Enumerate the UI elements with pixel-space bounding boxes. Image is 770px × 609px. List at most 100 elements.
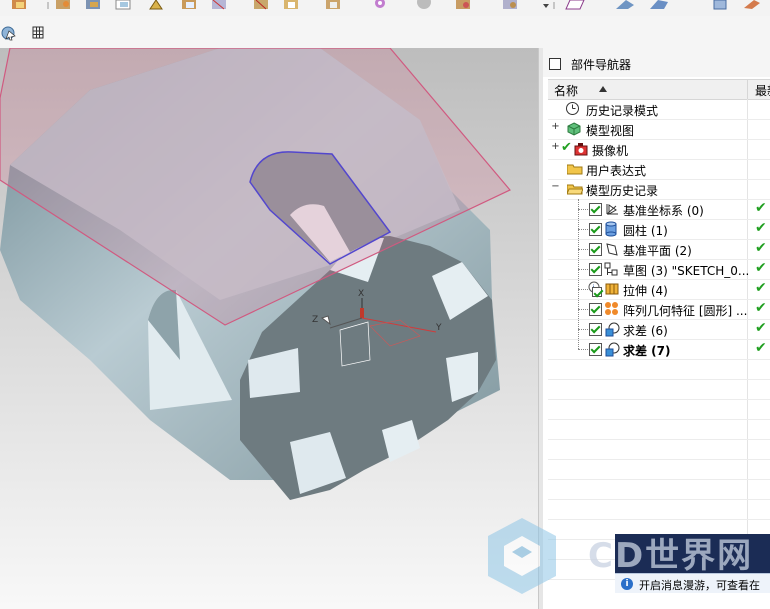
latest-check-icon: ✔: [755, 240, 767, 256]
datum-csys-icon: [606, 204, 618, 215]
column-latest-header[interactable]: 最新: [755, 82, 770, 99]
tree-row-label: 求差 (7): [623, 344, 671, 358]
sort-ascending-icon[interactable]: [599, 86, 607, 92]
visibility-checkbox[interactable]: [592, 287, 602, 297]
gear-icon[interactable]: [375, 0, 385, 8]
tree-row-sketch[interactable]: 草图 (3) "SKETCH_0... ✔: [548, 259, 770, 280]
view-icon[interactable]: [417, 0, 431, 9]
sketch-icon: [604, 262, 618, 276]
navigator-header: 部件导航器: [543, 48, 770, 77]
tree-row-label: 拉伸 (4): [623, 284, 668, 298]
column-separator[interactable]: [747, 80, 748, 99]
camera-icon: [574, 143, 588, 156]
tree-row-label: 摄像机: [592, 144, 629, 158]
extrude-icon: [605, 283, 619, 295]
tree-connector: [578, 209, 588, 210]
secondary-toolbar-icons: [1, 26, 44, 41]
tree-row-model-view[interactable]: + 模型视图: [548, 119, 770, 140]
move-icon[interactable]: [284, 0, 298, 9]
part-navigator: 部件导航器 名称 最新 历史记录模式 + 模型视图 + ✔ 摄像机 用户表达: [543, 48, 770, 609]
expand-icon[interactable]: +: [551, 121, 560, 132]
folder-open-icon: [567, 184, 583, 195]
display-icon[interactable]: [565, 0, 585, 10]
visibility-checkbox[interactable]: [589, 303, 602, 316]
shade-icon[interactable]: [115, 0, 131, 10]
tree-row-label: 草图 (3) "SKETCH_0...: [623, 264, 750, 278]
visibility-checkbox[interactable]: [589, 243, 602, 256]
model-render[interactable]: X Z Y: [0, 48, 538, 609]
navigator-toggle-checkbox[interactable]: [549, 58, 561, 70]
datum-plane-icon: [606, 243, 618, 256]
tree-row-datum-plane[interactable]: 基准平面 (2) ✔: [548, 239, 770, 260]
pin-icon[interactable]: [456, 0, 470, 9]
graphics-viewport[interactable]: X Z Y: [0, 48, 538, 609]
visibility-checkbox[interactable]: [589, 203, 602, 216]
collapse-icon[interactable]: −: [551, 181, 560, 192]
latest-check-icon: ✔: [755, 220, 767, 236]
sketch-plane-icon[interactable]: [616, 0, 634, 9]
delete-icon[interactable]: [212, 0, 226, 10]
checkmark-icon: ✔: [561, 140, 572, 155]
tree-row-extrude[interactable]: i 拉伸 (4) ✔: [548, 279, 770, 300]
window-icon[interactable]: [713, 0, 727, 10]
main-toolbar: [0, 0, 770, 16]
tree-row-label: 阵列几何特征 [圆形] ...: [623, 304, 748, 318]
tree-connector: [578, 309, 588, 310]
tree-row-pattern[interactable]: 阵列几何特征 [圆形] ... ✔: [548, 299, 770, 320]
tree-row-empty: [548, 379, 770, 400]
tree-connector: [578, 249, 588, 250]
watermark-logo: [488, 518, 556, 594]
assembly-icon[interactable]: [326, 0, 340, 9]
notification-footer: [615, 593, 770, 609]
feature-icon[interactable]: [12, 0, 26, 9]
tree-row-cylinder[interactable]: 圆柱 (1) ✔: [548, 219, 770, 240]
navigator-title: 部件导航器: [571, 58, 632, 72]
latest-check-icon: ✔: [755, 260, 767, 276]
render-icon[interactable]: [86, 0, 100, 9]
model-view-icon: [567, 122, 581, 136]
tree-row-label: 模型历史记录: [586, 184, 659, 198]
tree-connector: [578, 229, 588, 230]
select-icon[interactable]: [1, 26, 16, 41]
tree-row-history-mode[interactable]: 历史记录模式: [548, 99, 770, 120]
visibility-checkbox[interactable]: [589, 263, 602, 276]
tree-row-empty: [548, 359, 770, 380]
tree-row-empty: [548, 439, 770, 460]
measure-icon[interactable]: [149, 0, 163, 10]
column-header: 名称 最新: [548, 79, 770, 100]
view-plane-icon[interactable]: [650, 0, 668, 9]
tree-row-subtract-6[interactable]: 求差 (6) ✔: [548, 319, 770, 340]
pattern-icon: [605, 302, 618, 315]
tree-row-label: 历史记录模式: [586, 104, 659, 118]
subtract-icon: [605, 322, 620, 337]
edit-icon[interactable]: [182, 0, 196, 9]
tree-row-empty: [548, 479, 770, 500]
pencil-icon[interactable]: [744, 0, 760, 9]
rotate-icon[interactable]: [56, 0, 70, 9]
cylinder-icon: [605, 221, 617, 237]
dropdown-arrow-icon[interactable]: [543, 4, 549, 8]
layer-icon[interactable]: [503, 0, 517, 9]
expand-icon[interactable]: +: [551, 141, 560, 152]
column-name-header[interactable]: 名称: [554, 82, 578, 99]
latest-check-icon: ✔: [755, 340, 767, 356]
svg-text:Y: Y: [435, 323, 442, 333]
tree-row-empty: [548, 419, 770, 440]
visibility-checkbox[interactable]: [589, 223, 602, 236]
svg-text:Z: Z: [312, 315, 318, 325]
visibility-checkbox[interactable]: [589, 323, 602, 336]
tree-connector: [578, 329, 588, 330]
copy-icon[interactable]: [254, 0, 268, 10]
tree-row-user-expressions[interactable]: 用户表达式: [548, 159, 770, 180]
tree-row-label: 模型视图: [586, 124, 635, 138]
toolbar-icons: [12, 0, 760, 10]
tree-row-datum-csys[interactable]: 基准坐标系 (0) ✔: [548, 199, 770, 220]
folder-icon: [567, 164, 583, 175]
tree-row-subtract-7[interactable]: 求差 (7) ✔: [548, 339, 770, 360]
visibility-checkbox[interactable]: [589, 343, 602, 356]
tree-row-camera[interactable]: + ✔ 摄像机: [548, 139, 770, 160]
tree-row-model-history[interactable]: − 模型历史记录: [548, 179, 770, 200]
tree-connector: [578, 269, 588, 270]
tree-row-empty: [548, 499, 770, 520]
grid-icon[interactable]: [32, 26, 44, 39]
